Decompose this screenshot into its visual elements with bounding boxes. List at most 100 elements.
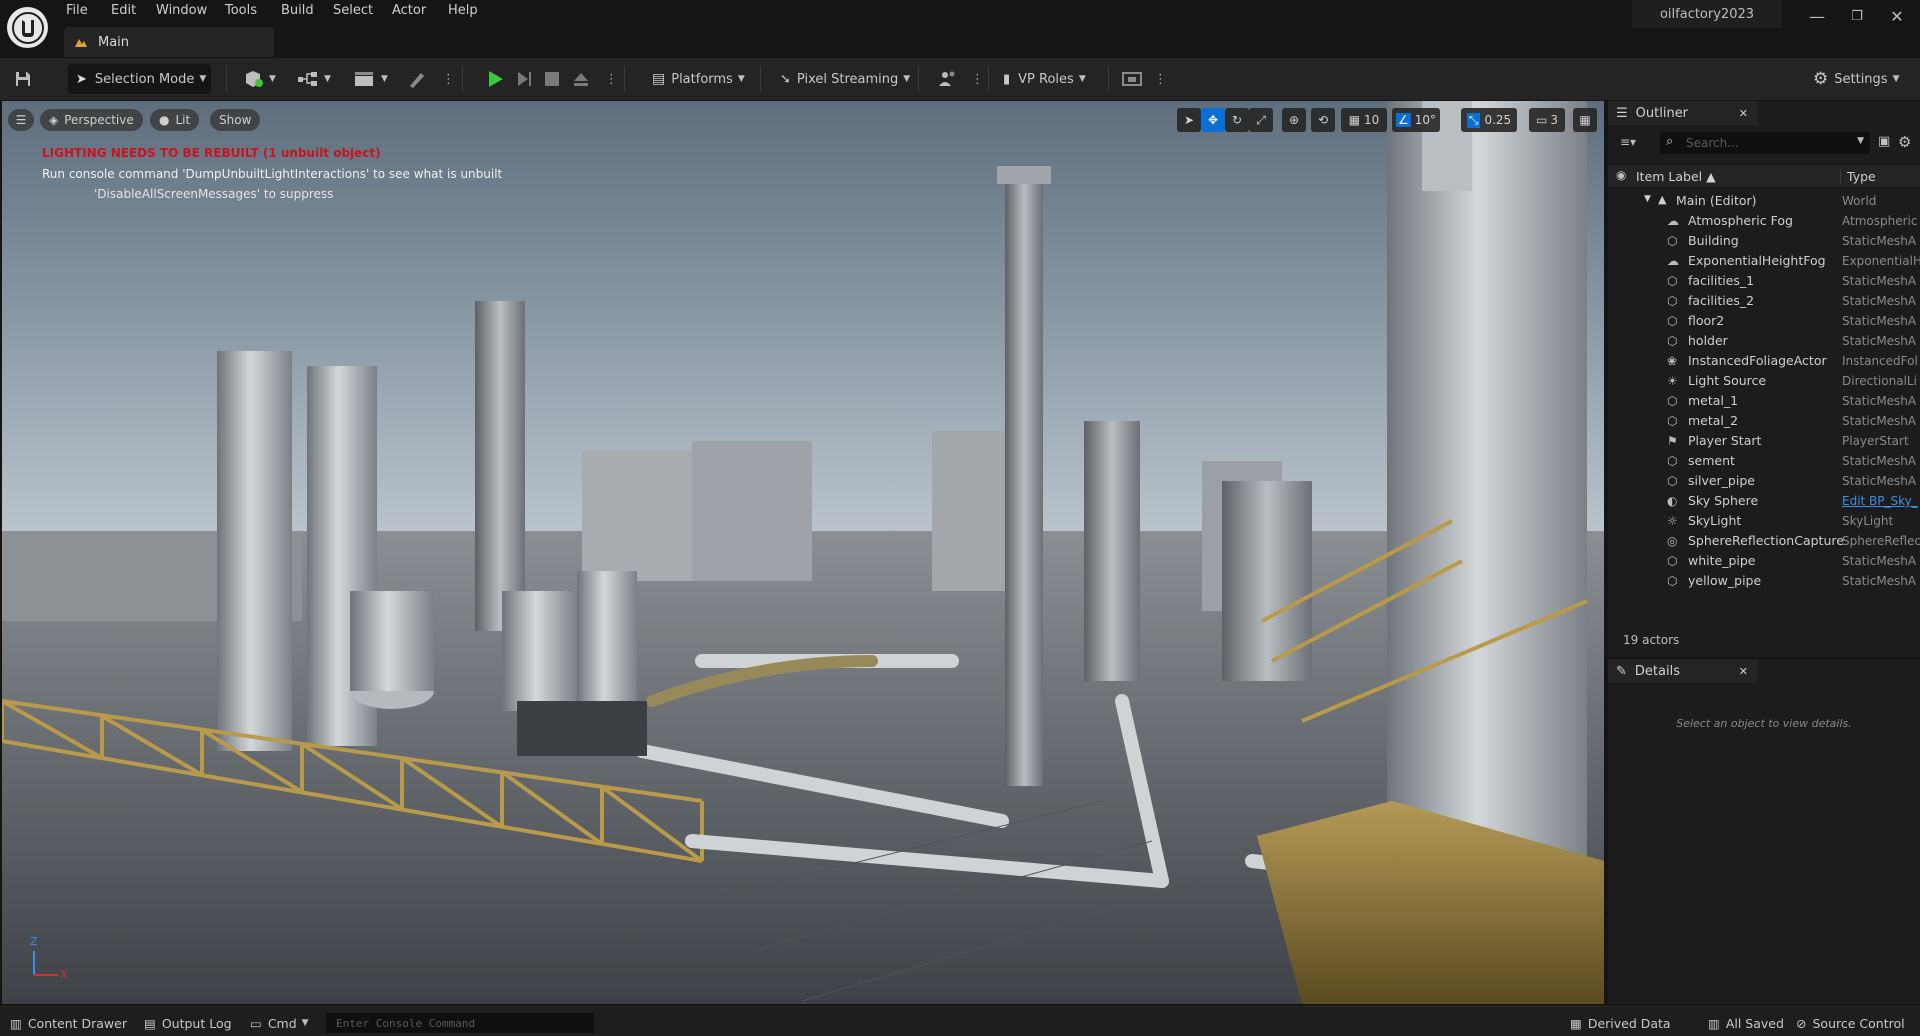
reflection-capture-icon: ◎ — [1667, 534, 1678, 548]
rotate-tool-icon[interactable]: ↻ — [1225, 108, 1249, 132]
translate-tool-icon[interactable]: ✥ — [1201, 108, 1225, 132]
device-options-icon[interactable]: ⋮ — [1154, 64, 1167, 94]
more-options-icon[interactable]: ⋮ — [442, 64, 455, 94]
show-button[interactable]: Show — [210, 109, 261, 131]
content-drawer-button[interactable]: ▥ Content Drawer — [10, 1013, 127, 1033]
scene-render[interactable] — [2, 101, 1604, 1004]
multi-user-options-icon[interactable]: ⋮ — [971, 64, 984, 94]
level-viewport[interactable]: ☰ ◈ Perspective ● Lit Show ➤ ✥ ↻ ⤢ ⊕ ⟲ ▦… — [2, 101, 1604, 1004]
device-icon[interactable] — [1122, 64, 1142, 94]
lit-button[interactable]: ● Lit — [150, 109, 200, 131]
static-mesh-icon: ⬡ — [1667, 274, 1678, 288]
save-icon[interactable] — [14, 64, 36, 94]
grid-snap-button[interactable]: ▦ 10 — [1341, 108, 1387, 132]
tree-row[interactable]: ⬡ metal_1 StaticMeshA — [1608, 391, 1920, 411]
tree-row[interactable]: ⬡ sement StaticMeshA — [1608, 451, 1920, 471]
eject-icon[interactable] — [572, 64, 590, 94]
row-label: facilities_1 — [1688, 273, 1755, 288]
menu-window[interactable]: Window — [156, 3, 207, 21]
item-label-column[interactable]: Item Label ▲ — [1636, 169, 1716, 184]
source-control-label: Source Control — [1812, 1015, 1905, 1031]
tree-row[interactable]: ◐ Sky Sphere Edit BP_Sky_ — [1608, 491, 1920, 511]
modes-icon[interactable] — [407, 64, 427, 94]
viewport-menu-icon[interactable]: ☰ — [8, 109, 34, 131]
tree-row[interactable]: ⬡ holder StaticMeshA — [1608, 331, 1920, 351]
tree-row[interactable]: ⬡ facilities_2 StaticMeshA — [1608, 291, 1920, 311]
visibility-eye-icon[interactable]: ◉ — [1616, 168, 1626, 182]
expand-arrow-icon[interactable]: ▼ — [1644, 194, 1651, 204]
row-type: StaticMeshA — [1842, 554, 1917, 568]
menu-actor[interactable]: Actor — [392, 3, 426, 21]
level-tab-main[interactable]: Main — [64, 27, 274, 57]
multi-user-icon[interactable] — [938, 64, 958, 94]
tree-row[interactable]: ☁ Atmospheric Fog Atmospheric — [1608, 211, 1920, 231]
tree-row[interactable]: ⬡ yellow_pipe StaticMeshA — [1608, 571, 1920, 591]
close-tab-icon[interactable]: ✕ — [1739, 665, 1748, 678]
tree-row-root[interactable]: ▼ ▲ Main (Editor) World — [1608, 191, 1920, 211]
row-type: SkyLight — [1842, 514, 1894, 528]
tree-row[interactable]: ⚑ Player Start PlayerStart — [1608, 431, 1920, 451]
menu-edit[interactable]: Edit — [111, 3, 136, 21]
outliner-settings-icon[interactable]: ⚙ — [1898, 133, 1911, 151]
layout-icon[interactable]: ▦ — [1573, 108, 1597, 132]
tree-row[interactable]: ⬡ floor2 StaticMeshA — [1608, 311, 1920, 331]
settings-button[interactable]: ⚙ Settings ▼ — [1813, 64, 1900, 94]
platforms-icon: ▤ — [652, 71, 666, 87]
row-type[interactable]: Edit BP_Sky_ — [1842, 494, 1920, 508]
blueprint-icon[interactable]: ▼ — [297, 64, 331, 94]
search-input[interactable]: ⌕ Search... ▼ — [1660, 132, 1870, 154]
row-label: metal_2 — [1688, 413, 1739, 428]
add-folder-icon[interactable]: ▣ — [1878, 134, 1890, 149]
tree-row[interactable]: ◎ SphereReflectionCapture SphereReflec — [1608, 531, 1920, 551]
close-window-icon[interactable]: ✕ — [1877, 2, 1917, 30]
cmd-button[interactable]: ▭ Cmd ▼ — [250, 1013, 309, 1033]
platforms-button[interactable]: ▤ Platforms ▼ — [652, 64, 745, 94]
player-start-icon: ⚑ — [1667, 434, 1678, 448]
rotation-snap-button[interactable]: ∠ 10° — [1392, 108, 1440, 132]
derived-data-button[interactable]: ▦ Derived Data — [1570, 1013, 1671, 1033]
tree-row[interactable]: ⬡ Building StaticMeshA — [1608, 231, 1920, 251]
tree-row[interactable]: ☼ SkyLight SkyLight — [1608, 511, 1920, 531]
advance-frame-icon[interactable] — [515, 64, 533, 94]
selection-mode-button[interactable]: ➤ Selection Mode ▼ — [68, 64, 211, 94]
select-tool-icon[interactable]: ➤ — [1177, 108, 1201, 132]
outliner-tab[interactable]: ☰ Outliner ✕ — [1608, 101, 1758, 125]
tree-row[interactable]: ⬡ metal_2 StaticMeshA — [1608, 411, 1920, 431]
menu-help[interactable]: Help — [448, 3, 478, 21]
pixel-streaming-button[interactable]: ➘ Pixel Streaming ▼ — [780, 64, 910, 94]
camera-speed-button[interactable]: ▭ 3 — [1529, 108, 1565, 132]
cinematics-icon[interactable]: ▼ — [354, 64, 388, 94]
tree-row[interactable]: ⬡ silver_pipe StaticMeshA — [1608, 471, 1920, 491]
tree-row[interactable]: ⬡ facilities_1 StaticMeshA — [1608, 271, 1920, 291]
output-log-button[interactable]: ▤ Output Log — [144, 1013, 232, 1033]
type-column[interactable]: Type — [1840, 169, 1876, 184]
scale-snap-button[interactable]: ⤡ 0.25 — [1461, 108, 1517, 132]
world-space-icon[interactable]: ⊕ — [1282, 108, 1306, 132]
minimize-icon[interactable]: — — [1797, 2, 1837, 30]
add-actor-icon[interactable]: ▼ — [244, 64, 276, 94]
menu-tools[interactable]: Tools — [225, 3, 257, 21]
tree-row[interactable]: ❀ InstancedFoliageActor InstancedFol — [1608, 351, 1920, 371]
menu-file[interactable]: File — [66, 3, 88, 21]
console-input[interactable]: Enter Console Command — [326, 1013, 594, 1033]
menu-build[interactable]: Build — [281, 3, 314, 21]
unreal-logo-icon[interactable] — [7, 7, 48, 48]
menu-select[interactable]: Select — [333, 3, 373, 21]
vp-roles-button[interactable]: ▮ VP Roles ▼ — [1003, 64, 1086, 94]
tree-row[interactable]: ☀ Light Source DirectionalLi — [1608, 371, 1920, 391]
details-tab[interactable]: ✎ Details ✕ — [1608, 659, 1758, 683]
tree-row[interactable]: ☁ ExponentialHeightFog ExponentialH — [1608, 251, 1920, 271]
scale-tool-icon[interactable]: ⤢ — [1249, 108, 1273, 132]
close-tab-icon[interactable]: ✕ — [1739, 107, 1748, 120]
surface-snap-icon[interactable]: ⟲ — [1311, 108, 1335, 132]
restore-icon[interactable]: ❐ — [1837, 2, 1877, 30]
play-options-icon[interactable]: ⋮ — [605, 64, 618, 94]
tree-row[interactable]: ⬡ white_pipe StaticMeshA — [1608, 551, 1920, 571]
perspective-button[interactable]: ◈ Perspective — [40, 109, 143, 131]
stop-icon[interactable] — [544, 64, 560, 94]
source-control-button[interactable]: ⊘ Source Control — [1796, 1013, 1905, 1033]
filter-icon[interactable]: ≡▾ — [1620, 135, 1636, 149]
project-name: oilfactory2023 — [1632, 0, 1782, 28]
all-saved-button[interactable]: ▥ All Saved — [1708, 1013, 1784, 1033]
play-icon[interactable] — [486, 64, 504, 94]
